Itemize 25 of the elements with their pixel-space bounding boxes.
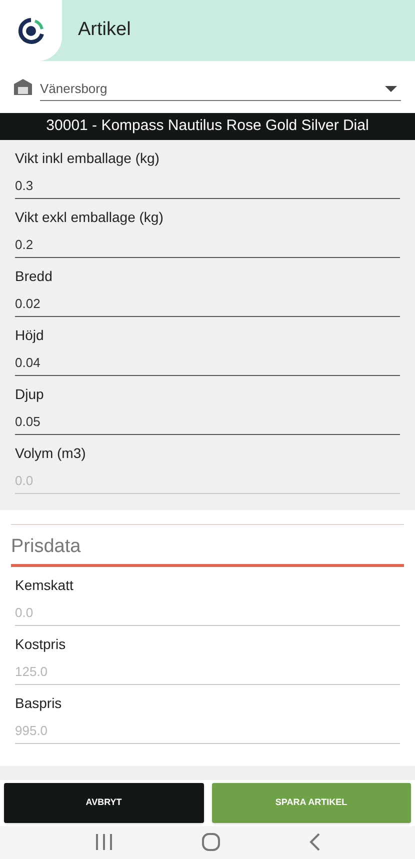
input-field[interactable]: 0.3 bbox=[15, 177, 400, 199]
field-label: Baspris bbox=[15, 694, 63, 712]
field-label: Vikt inkl emballage (kg) bbox=[15, 149, 160, 167]
article-title-bar: 30001 - Kompass Nautilus Rose Gold Silver Dial bbox=[0, 113, 415, 140]
cancel-button[interactable]: AVBRYT bbox=[4, 782, 204, 822]
field-label: Kostpris bbox=[15, 634, 67, 652]
logo-icon bbox=[17, 16, 45, 44]
warehouse-dropdown[interactable]: Vänersborg bbox=[40, 77, 401, 101]
section-heading: Prisdata bbox=[11, 536, 81, 557]
dropdown-caret-icon bbox=[385, 86, 397, 92]
input-field[interactable]: 0.2 bbox=[15, 236, 400, 258]
warehouse-icon bbox=[14, 79, 32, 95]
input-field[interactable]: 0.05 bbox=[15, 413, 400, 435]
field-label: Volym (m3) bbox=[15, 444, 87, 462]
field-label: Kemskatt bbox=[15, 576, 74, 594]
field-label: Höjd bbox=[15, 326, 45, 344]
back-icon[interactable] bbox=[308, 833, 320, 852]
page-title: Artikel bbox=[78, 18, 131, 42]
field-label: Vikt exkl emballage (kg) bbox=[15, 208, 164, 226]
input-field[interactable]: 0.02 bbox=[15, 295, 400, 317]
home-icon[interactable] bbox=[202, 833, 220, 852]
field-label: Bredd bbox=[15, 267, 54, 285]
recent-apps-icon[interactable] bbox=[94, 834, 112, 850]
field-label: Djup bbox=[15, 385, 45, 403]
input-field[interactable]: 0.04 bbox=[15, 354, 400, 376]
